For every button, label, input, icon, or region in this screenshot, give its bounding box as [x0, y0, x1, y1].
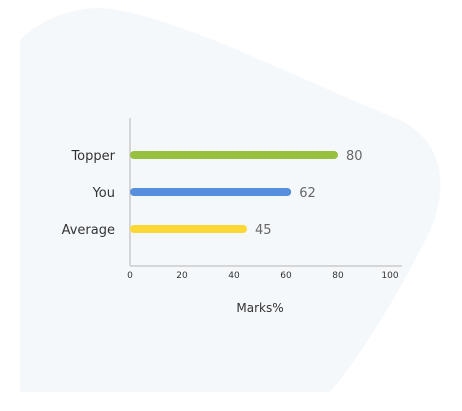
x-tick-label: 60 [280, 271, 292, 281]
data-label: 45 [255, 223, 272, 238]
x-tick-label: 40 [228, 271, 240, 281]
x-tick-label: 0 [127, 271, 133, 281]
x-tick-label: 80 [332, 271, 344, 281]
x-tick-label: 20 [176, 271, 188, 281]
background-blob [20, 8, 441, 392]
chart: Topper 80 You 62 Average 45 0 20 40 60 80 100 Marks% [20, 8, 441, 392]
data-label: 62 [299, 186, 316, 201]
category-label: Average [62, 223, 115, 238]
category-label: You [92, 186, 115, 201]
category-label: Topper [70, 149, 115, 164]
x-tick-label: 100 [381, 271, 398, 281]
data-label: 80 [346, 149, 363, 164]
x-axis-title: Marks% [236, 301, 283, 315]
